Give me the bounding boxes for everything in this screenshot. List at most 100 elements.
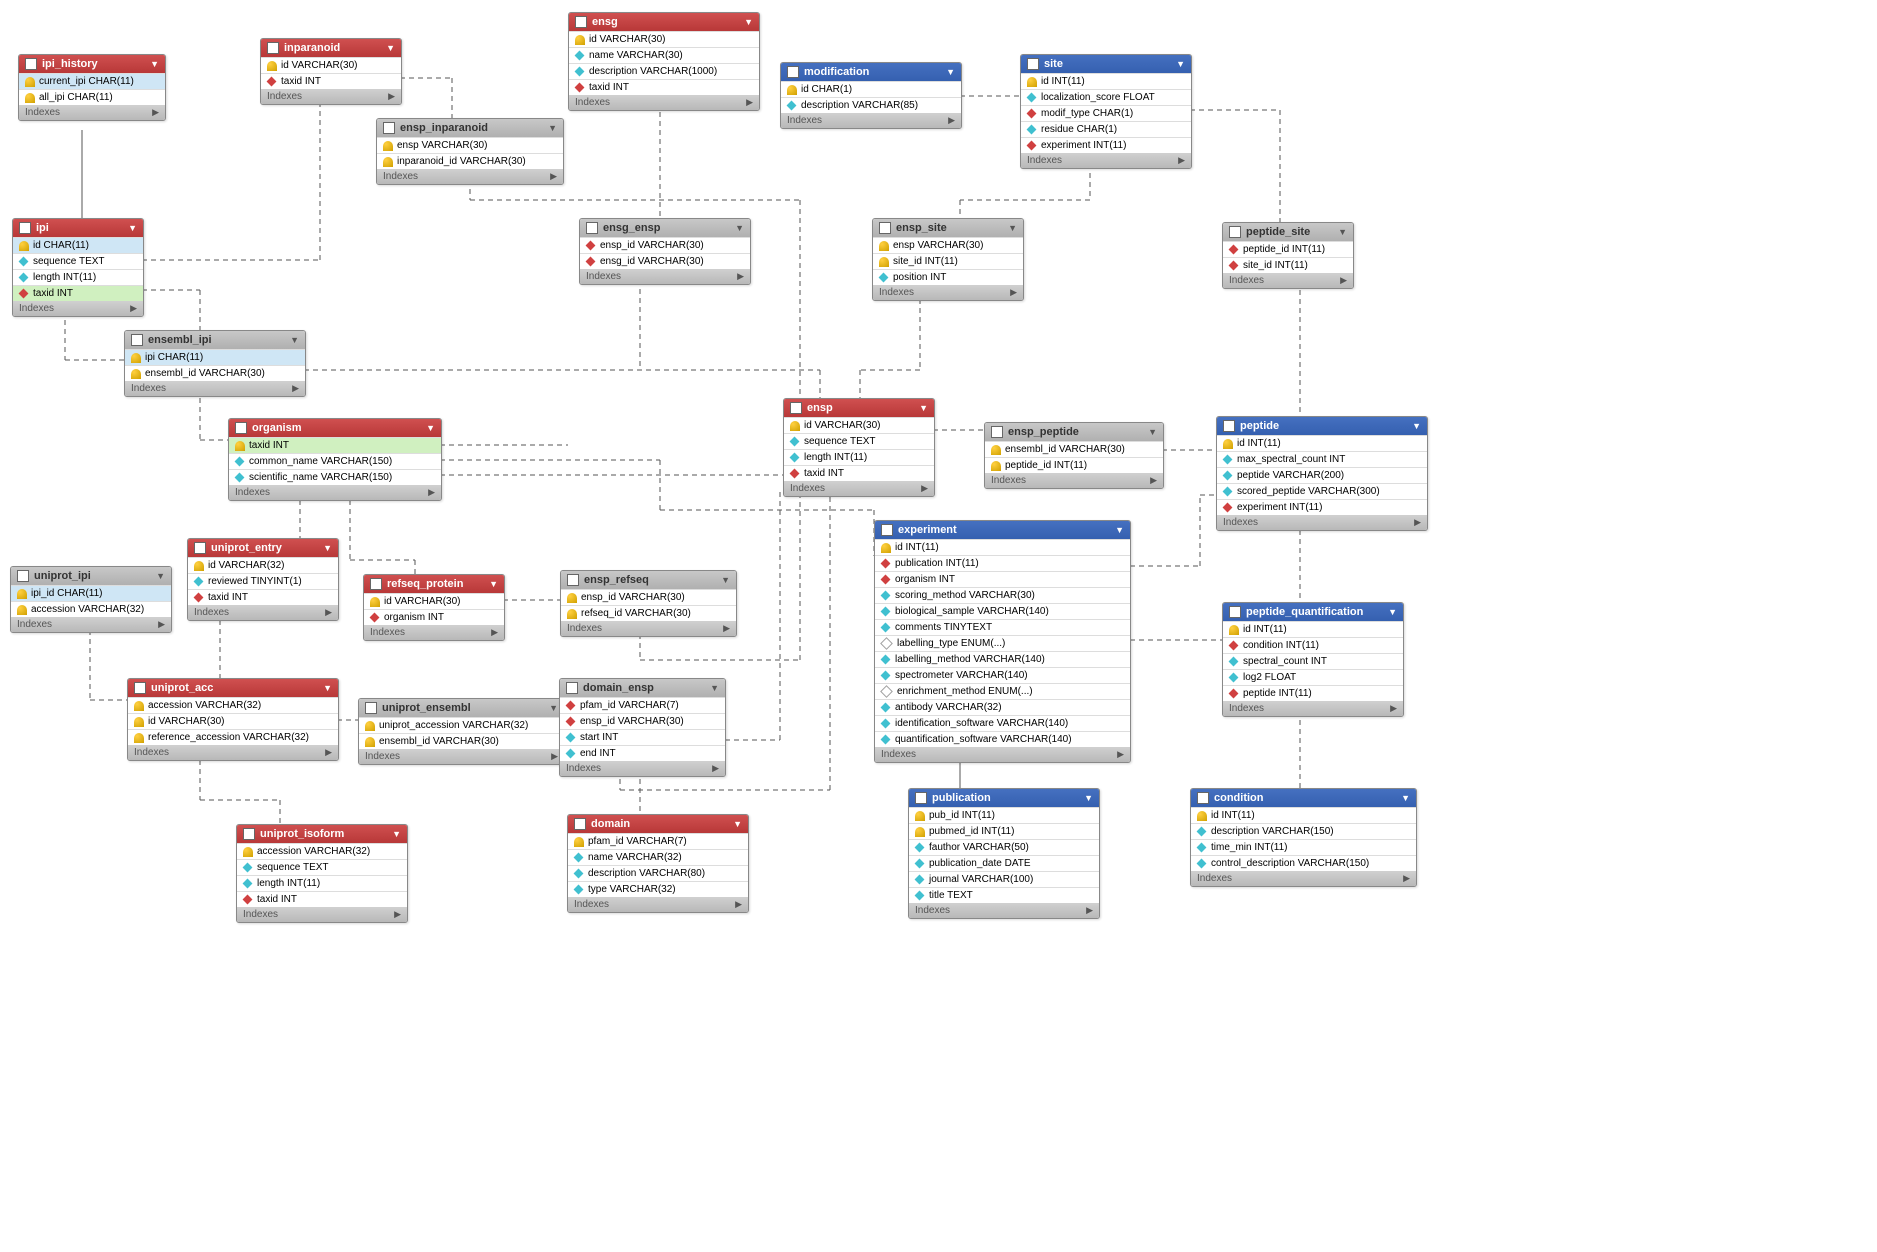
table-footer[interactable]: Indexes▶	[125, 381, 305, 396]
table-ensp[interactable]: ensp▼id VARCHAR(30)sequence TEXTlength I…	[783, 398, 935, 497]
table-peptide_site[interactable]: peptide_site▼peptide_id INT(11)site_id I…	[1222, 222, 1354, 289]
table-header[interactable]: uniprot_isoform▼	[237, 825, 407, 843]
collapse-icon[interactable]: ▼	[489, 579, 498, 589]
expand-icon[interactable]: ▶	[1340, 275, 1347, 286]
expand-icon[interactable]: ▶	[394, 909, 401, 920]
table-footer[interactable]: Indexes▶	[1217, 515, 1427, 530]
table-experiment[interactable]: experiment▼id INT(11)publication INT(11)…	[874, 520, 1131, 763]
table-condition[interactable]: condition▼id INT(11)description VARCHAR(…	[1190, 788, 1417, 887]
table-footer[interactable]: Indexes▶	[873, 285, 1023, 300]
table-footer[interactable]: Indexes▶	[580, 269, 750, 284]
collapse-icon[interactable]: ▼	[290, 335, 299, 345]
collapse-icon[interactable]: ▼	[1084, 793, 1093, 803]
table-header[interactable]: ensembl_ipi▼	[125, 331, 305, 349]
table-ensg_ensp[interactable]: ensg_ensp▼ensp_id VARCHAR(30)ensg_id VAR…	[579, 218, 751, 285]
table-header[interactable]: peptide_site▼	[1223, 223, 1353, 241]
table-footer[interactable]: Indexes▶	[781, 113, 961, 128]
table-footer[interactable]: Indexes▶	[13, 301, 143, 316]
table-footer[interactable]: Indexes▶	[377, 169, 563, 184]
table-header[interactable]: ipi▼	[13, 219, 143, 237]
table-header[interactable]: ipi_history▼	[19, 55, 165, 73]
expand-icon[interactable]: ▶	[428, 487, 435, 498]
table-uniprot_ipi[interactable]: uniprot_ipi▼ipi_id CHAR(11)accession VAR…	[10, 566, 172, 633]
collapse-icon[interactable]: ▼	[392, 829, 401, 839]
table-ipi_history[interactable]: ipi_history▼current_ipi CHAR(11)all_ipi …	[18, 54, 166, 121]
table-peptide_quantification[interactable]: peptide_quantification▼id INT(11)conditi…	[1222, 602, 1404, 717]
table-inparanoid[interactable]: inparanoid▼id VARCHAR(30)taxid INTIndexe…	[260, 38, 402, 105]
collapse-icon[interactable]: ▼	[1176, 59, 1185, 69]
expand-icon[interactable]: ▶	[1403, 873, 1410, 884]
collapse-icon[interactable]: ▼	[1338, 227, 1347, 237]
table-footer[interactable]: Indexes▶	[784, 481, 934, 496]
expand-icon[interactable]: ▶	[712, 763, 719, 774]
collapse-icon[interactable]: ▼	[323, 543, 332, 553]
table-ensp_peptide[interactable]: ensp_peptide▼ensembl_id VARCHAR(30)pepti…	[984, 422, 1164, 489]
table-uniprot_acc[interactable]: uniprot_acc▼accession VARCHAR(32)id VARC…	[127, 678, 339, 761]
expand-icon[interactable]: ▶	[152, 107, 159, 118]
table-header[interactable]: domain_ensp▼	[560, 679, 725, 697]
expand-icon[interactable]: ▶	[1117, 749, 1124, 760]
table-header[interactable]: ensp▼	[784, 399, 934, 417]
table-domain_ensp[interactable]: domain_ensp▼pfam_id VARCHAR(7)ensp_id VA…	[559, 678, 726, 777]
table-header[interactable]: domain▼	[568, 815, 748, 833]
collapse-icon[interactable]: ▼	[156, 571, 165, 581]
expand-icon[interactable]: ▶	[1010, 287, 1017, 298]
table-header[interactable]: uniprot_entry▼	[188, 539, 338, 557]
expand-icon[interactable]: ▶	[1414, 517, 1421, 528]
table-footer[interactable]: Indexes▶	[359, 749, 564, 764]
table-header[interactable]: ensp_peptide▼	[985, 423, 1163, 441]
expand-icon[interactable]: ▶	[550, 171, 557, 182]
collapse-icon[interactable]: ▼	[919, 403, 928, 413]
expand-icon[interactable]: ▶	[325, 607, 332, 618]
collapse-icon[interactable]: ▼	[1008, 223, 1017, 233]
expand-icon[interactable]: ▶	[948, 115, 955, 126]
table-header[interactable]: peptide_quantification▼	[1223, 603, 1403, 621]
table-ensembl_ipi[interactable]: ensembl_ipi▼ipi CHAR(11)ensembl_id VARCH…	[124, 330, 306, 397]
table-footer[interactable]: Indexes▶	[1223, 701, 1403, 716]
table-header[interactable]: ensp_site▼	[873, 219, 1023, 237]
expand-icon[interactable]: ▶	[723, 623, 730, 634]
table-footer[interactable]: Indexes▶	[188, 605, 338, 620]
expand-icon[interactable]: ▶	[921, 483, 928, 494]
collapse-icon[interactable]: ▼	[744, 17, 753, 27]
collapse-icon[interactable]: ▼	[1401, 793, 1410, 803]
table-header[interactable]: ensp_inparanoid▼	[377, 119, 563, 137]
table-header[interactable]: site▼	[1021, 55, 1191, 73]
table-footer[interactable]: Indexes▶	[1191, 871, 1416, 886]
expand-icon[interactable]: ▶	[491, 627, 498, 638]
table-domain[interactable]: domain▼pfam_id VARCHAR(7)name VARCHAR(32…	[567, 814, 749, 913]
table-ensp_inparanoid[interactable]: ensp_inparanoid▼ensp VARCHAR(30)inparano…	[376, 118, 564, 185]
expand-icon[interactable]: ▶	[746, 97, 753, 108]
table-header[interactable]: inparanoid▼	[261, 39, 401, 57]
table-publication[interactable]: publication▼pub_id INT(11)pubmed_id INT(…	[908, 788, 1100, 919]
expand-icon[interactable]: ▶	[1086, 905, 1093, 916]
table-footer[interactable]: Indexes▶	[985, 473, 1163, 488]
table-header[interactable]: experiment▼	[875, 521, 1130, 539]
collapse-icon[interactable]: ▼	[735, 223, 744, 233]
expand-icon[interactable]: ▶	[158, 619, 165, 630]
collapse-icon[interactable]: ▼	[1115, 525, 1124, 535]
table-footer[interactable]: Indexes▶	[1223, 273, 1353, 288]
collapse-icon[interactable]: ▼	[386, 43, 395, 53]
expand-icon[interactable]: ▶	[388, 91, 395, 102]
collapse-icon[interactable]: ▼	[1148, 427, 1157, 437]
collapse-icon[interactable]: ▼	[1388, 607, 1397, 617]
expand-icon[interactable]: ▶	[130, 303, 137, 314]
table-header[interactable]: modification▼	[781, 63, 961, 81]
table-footer[interactable]: Indexes▶	[128, 745, 338, 760]
table-footer[interactable]: Indexes▶	[229, 485, 441, 500]
table-footer[interactable]: Indexes▶	[875, 747, 1130, 762]
table-header[interactable]: condition▼	[1191, 789, 1416, 807]
table-footer[interactable]: Indexes▶	[560, 761, 725, 776]
table-organism[interactable]: organism▼taxid INTcommon_name VARCHAR(15…	[228, 418, 442, 501]
table-modification[interactable]: modification▼id CHAR(1)description VARCH…	[780, 62, 962, 129]
table-header[interactable]: ensp_refseq▼	[561, 571, 736, 589]
collapse-icon[interactable]: ▼	[128, 223, 137, 233]
expand-icon[interactable]: ▶	[1178, 155, 1185, 166]
expand-icon[interactable]: ▶	[735, 899, 742, 910]
collapse-icon[interactable]: ▼	[1412, 421, 1421, 431]
table-footer[interactable]: Indexes▶	[1021, 153, 1191, 168]
expand-icon[interactable]: ▶	[551, 751, 558, 762]
collapse-icon[interactable]: ▼	[733, 819, 742, 829]
table-footer[interactable]: Indexes▶	[237, 907, 407, 922]
